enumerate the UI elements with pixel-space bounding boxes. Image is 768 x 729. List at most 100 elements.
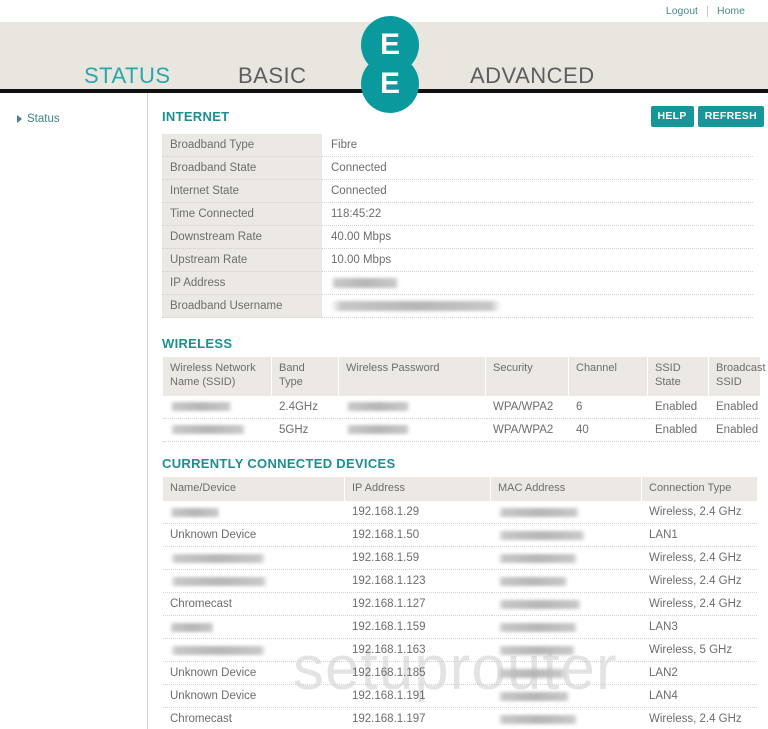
ip-address-cell: 192.168.1.163 <box>345 639 490 663</box>
redacted-value <box>498 645 576 655</box>
internet-section-header: INTERNET HELP REFRESH <box>162 106 764 127</box>
ssid-cell <box>163 396 271 419</box>
device-name-cell <box>163 547 344 571</box>
table-row: 192.168.1.59 Wireless, 2.4 GHz <box>163 547 757 571</box>
redacted-value <box>331 300 501 311</box>
device-name-cell <box>163 501 344 525</box>
redacted-value <box>498 668 566 678</box>
column-header: Connection Type <box>642 476 757 502</box>
redacted-value <box>170 401 232 411</box>
column-header: IP Address <box>345 476 490 502</box>
table-row: Broadband Username <box>162 294 753 318</box>
band-type-cell: 2.4GHz <box>272 396 338 419</box>
redacted-value <box>170 645 266 655</box>
redacted-value <box>346 401 410 411</box>
redacted-value <box>498 576 568 586</box>
ip-address-cell: 192.168.1.123 <box>345 570 490 594</box>
ee-logo-icon[interactable]: E E <box>361 16 419 113</box>
row-label: Time Connected <box>162 202 322 226</box>
internet-actions: HELP REFRESH <box>650 106 764 127</box>
row-label: Broadband Type <box>162 134 322 157</box>
password-cell <box>339 396 485 419</box>
connection-type-cell: Wireless, 5 GHz <box>642 639 757 663</box>
internet-title: INTERNET <box>162 109 230 124</box>
ssid-state-cell: Enabled <box>648 419 708 442</box>
ssid-state-cell: Enabled <box>648 396 708 419</box>
table-row: Broadband Type Fibre <box>162 134 753 157</box>
redacted-value <box>346 424 410 434</box>
row-label: Internet State <box>162 179 322 203</box>
column-header: Wireless Password <box>339 357 485 396</box>
channel-cell: 6 <box>569 396 647 419</box>
table-row: Broadband State Connected <box>162 156 753 180</box>
table-row: 192.168.1.29 Wireless, 2.4 GHz <box>163 501 757 525</box>
row-label: Broadband State <box>162 156 322 180</box>
row-label: IP Address <box>162 271 322 295</box>
redacted-value <box>498 691 570 701</box>
column-header: Name/Device <box>163 476 344 502</box>
table-row: Time Connected 118:45:22 <box>162 202 753 226</box>
mac-address-cell <box>491 685 641 709</box>
logo-letter-top: E <box>379 28 400 61</box>
column-header: Band Type <box>272 357 338 396</box>
refresh-button[interactable]: REFRESH <box>697 106 764 127</box>
device-name-cell: Chromecast <box>163 593 344 617</box>
redacted-value <box>170 576 268 586</box>
connection-type-cell: Wireless, 2.4 GHz <box>642 547 757 571</box>
sidebar: Status <box>0 93 148 729</box>
mac-address-cell <box>491 708 641 729</box>
mac-address-cell <box>491 501 641 525</box>
table-row: Unknown Device 192.168.1.185 LAN2 <box>163 662 757 686</box>
device-name-cell <box>163 570 344 594</box>
row-value: 10.00 Mbps <box>331 254 392 266</box>
security-cell: WPA/WPA2 <box>486 396 568 419</box>
ssid-cell <box>163 419 271 442</box>
mac-address-cell <box>491 570 641 594</box>
device-name-cell: Unknown Device <box>163 524 344 548</box>
row-value: Fibre <box>331 139 358 151</box>
column-header: Wireless Network Name (SSID) <box>163 357 271 396</box>
table-row: Chromecast 192.168.1.197 Wireless, 2.4 GHz <box>163 708 757 729</box>
wireless-table: Wireless Network Name (SSID) Band Type Wir… <box>162 357 766 442</box>
main-navigation: STATUS BASIC ADVANCED E E <box>0 16 768 113</box>
table-row: 192.168.1.123 Wireless, 2.4 GHz <box>163 570 757 594</box>
connection-type-cell: Wireless, 2.4 GHz <box>642 501 757 525</box>
arrow-right-icon <box>17 115 22 123</box>
password-cell <box>339 419 485 442</box>
connection-type-cell: LAN2 <box>642 662 757 686</box>
column-header: Security <box>486 357 568 396</box>
redacted-value <box>498 507 580 517</box>
tab-advanced[interactable]: ADVANCED <box>470 63 595 89</box>
row-label: Broadband Username <box>162 294 322 318</box>
devices-title: CURRENTLY CONNECTED DEVICES <box>162 455 396 471</box>
redacted-value <box>170 507 220 517</box>
logo-letter-bottom: E <box>379 67 400 100</box>
help-button[interactable]: HELP <box>650 106 694 127</box>
mac-address-cell <box>491 524 641 548</box>
column-header: Broadcast SSID <box>709 357 766 396</box>
column-header: MAC Address <box>491 476 641 502</box>
logout-link[interactable]: Logout <box>657 5 707 17</box>
table-row: Downstream Rate 40.00 Mbps <box>162 225 753 249</box>
row-value: 40.00 Mbps <box>331 231 392 243</box>
device-name-cell <box>163 639 344 663</box>
table-row: 192.168.1.159 LAN3 <box>163 616 757 640</box>
mac-address-cell <box>491 662 641 686</box>
security-cell: WPA/WPA2 <box>486 419 568 442</box>
device-name-cell: Unknown Device <box>163 662 344 686</box>
sidebar-item-status[interactable]: Status <box>0 113 147 125</box>
column-header: Channel <box>569 357 647 396</box>
redacted-value <box>498 553 578 563</box>
ip-address-cell: 192.168.1.197 <box>345 708 490 729</box>
tab-status[interactable]: STATUS <box>84 63 171 89</box>
table-row: 192.168.1.163 Wireless, 5 GHz <box>163 639 757 663</box>
redacted-value <box>498 530 586 540</box>
ip-address-cell: 192.168.1.185 <box>345 662 490 686</box>
connection-type-cell: LAN4 <box>642 685 757 709</box>
connection-type-cell: LAN1 <box>642 524 757 548</box>
page-body: Status setuprouter INTERNET HELP REFRESH… <box>0 93 768 729</box>
tab-basic[interactable]: BASIC <box>238 63 307 89</box>
internet-table: Broadband Type Fibre Broadband State Connec… <box>162 134 753 318</box>
band-type-cell: 5GHz <box>272 419 338 442</box>
home-link[interactable]: Home <box>708 5 754 17</box>
